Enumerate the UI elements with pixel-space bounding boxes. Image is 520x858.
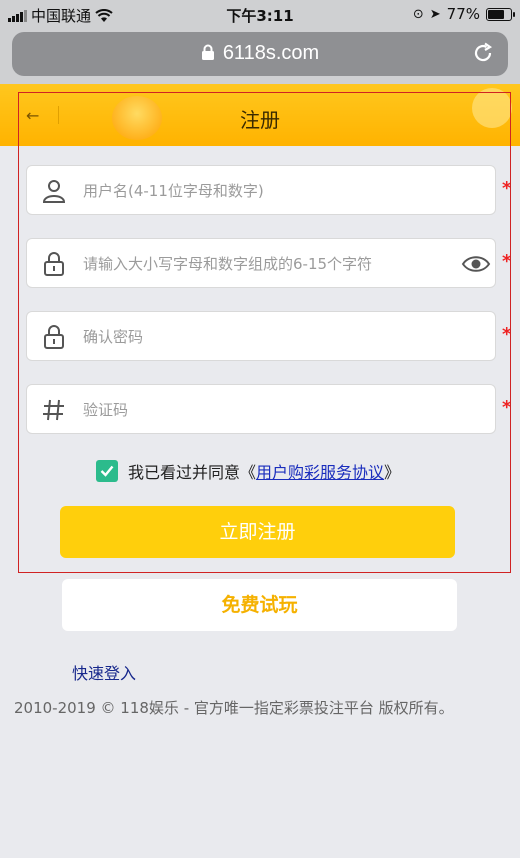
url-text: 6118s.com <box>222 42 320 64</box>
highlight-box <box>18 92 511 573</box>
location-icon: ➤ <box>429 6 441 22</box>
status-bar: 中国联通 下午3:11 ⊙ ➤ 77% <box>0 0 520 28</box>
free-trial-button[interactable]: 免费试玩 <box>62 579 457 631</box>
rotation-lock-icon: ⊙ <box>412 6 424 22</box>
quick-login-link[interactable]: 快速登入 <box>72 660 136 684</box>
battery-icon <box>486 7 515 21</box>
footer-copyright: 2010-2019 © 118娱乐 - 官方唯一指定彩票投注平台 版权所有。 <box>14 699 454 717</box>
reload-icon[interactable] <box>472 42 494 64</box>
battery-percent: 77% <box>446 5 480 23</box>
lock-icon <box>201 44 214 60</box>
browser-bar: 6118s.com <box>0 28 520 84</box>
address-bar[interactable]: 6118s.com <box>12 32 508 76</box>
